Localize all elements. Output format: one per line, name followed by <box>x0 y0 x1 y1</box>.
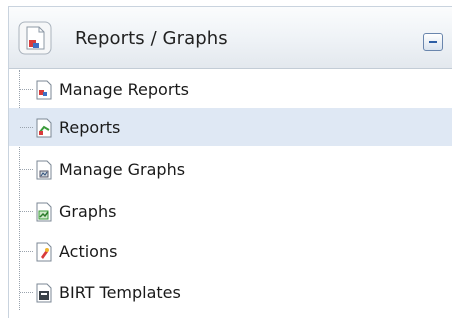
tree-item-label: Actions <box>59 242 118 261</box>
panel-title: Reports / Graphs <box>75 28 228 49</box>
birt-templates-icon <box>36 283 52 303</box>
graphs-icon <box>36 202 52 222</box>
reports-icon <box>36 118 52 138</box>
tree-item-reports[interactable]: Reports <box>9 108 452 146</box>
tree-item-manage-graphs[interactable]: Manage Graphs <box>9 150 452 188</box>
reports-graphs-icon <box>18 21 52 55</box>
tree-item-graphs[interactable]: Graphs <box>9 192 452 230</box>
tree-item-label: Graphs <box>59 202 117 221</box>
tree-item-label: BIRT Templates <box>59 283 181 302</box>
reports-graphs-panel: Reports / Graphs Manage Reports Reports … <box>8 6 452 318</box>
collapse-minus-icon[interactable] <box>423 33 443 51</box>
tree-item-actions[interactable]: Actions <box>9 232 452 270</box>
panel-header[interactable]: Reports / Graphs <box>9 7 452 69</box>
manage-reports-icon <box>36 80 52 100</box>
tree-item-birt-templates[interactable]: BIRT Templates <box>9 273 452 311</box>
actions-icon <box>36 242 52 262</box>
tree-item-manage-reports[interactable]: Manage Reports <box>9 70 452 108</box>
tree-item-label: Manage Graphs <box>59 160 186 179</box>
manage-graphs-icon <box>36 160 52 180</box>
tree-item-label: Reports <box>59 118 121 137</box>
tree-item-label: Manage Reports <box>59 80 190 99</box>
